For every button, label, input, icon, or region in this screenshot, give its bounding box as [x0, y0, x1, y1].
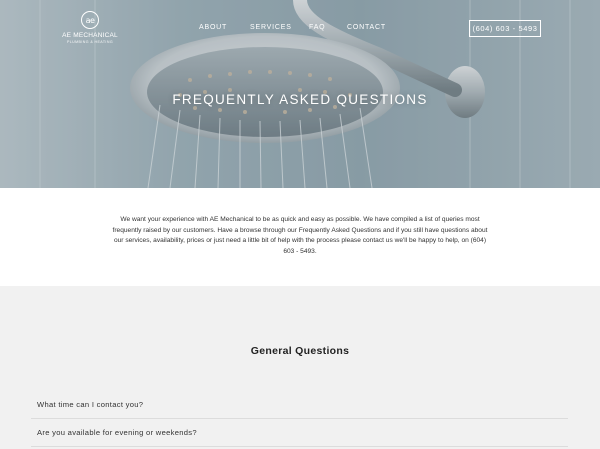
faq-question: What time can I contact you? [37, 400, 144, 409]
logo-monogram: ae [81, 11, 99, 29]
page-title: FREQUENTLY ASKED QUESTIONS [172, 92, 428, 107]
faq-section: General Questions What time can I contac… [0, 286, 600, 449]
logo[interactable]: ae AE MECHANICAL PLUMBING & HEATING [60, 11, 120, 44]
faq-item[interactable]: Are you available for evening or weekend… [31, 419, 568, 447]
nav-faq[interactable]: FAQ [309, 24, 325, 31]
phone-button[interactable]: (604) 603 - 5493 [469, 20, 541, 37]
nav-contact[interactable]: CONTACT [347, 24, 386, 31]
intro-text: We want your experience with AE Mechanic… [112, 216, 488, 256]
hero-banner: ae AE MECHANICAL PLUMBING & HEATING ABOU… [0, 0, 600, 188]
faq-item[interactable]: What time can I contact you? [31, 391, 568, 419]
nav-about[interactable]: ABOUT [199, 24, 227, 31]
logo-name: AE MECHANICAL [62, 32, 118, 39]
faq-question: Are you available for evening or weekend… [37, 428, 197, 437]
intro-section: We want your experience with AE Mechanic… [0, 188, 600, 286]
logo-tagline: PLUMBING & HEATING [66, 40, 114, 44]
nav-services[interactable]: SERVICES [250, 24, 292, 31]
faq-heading: General Questions [250, 345, 350, 357]
